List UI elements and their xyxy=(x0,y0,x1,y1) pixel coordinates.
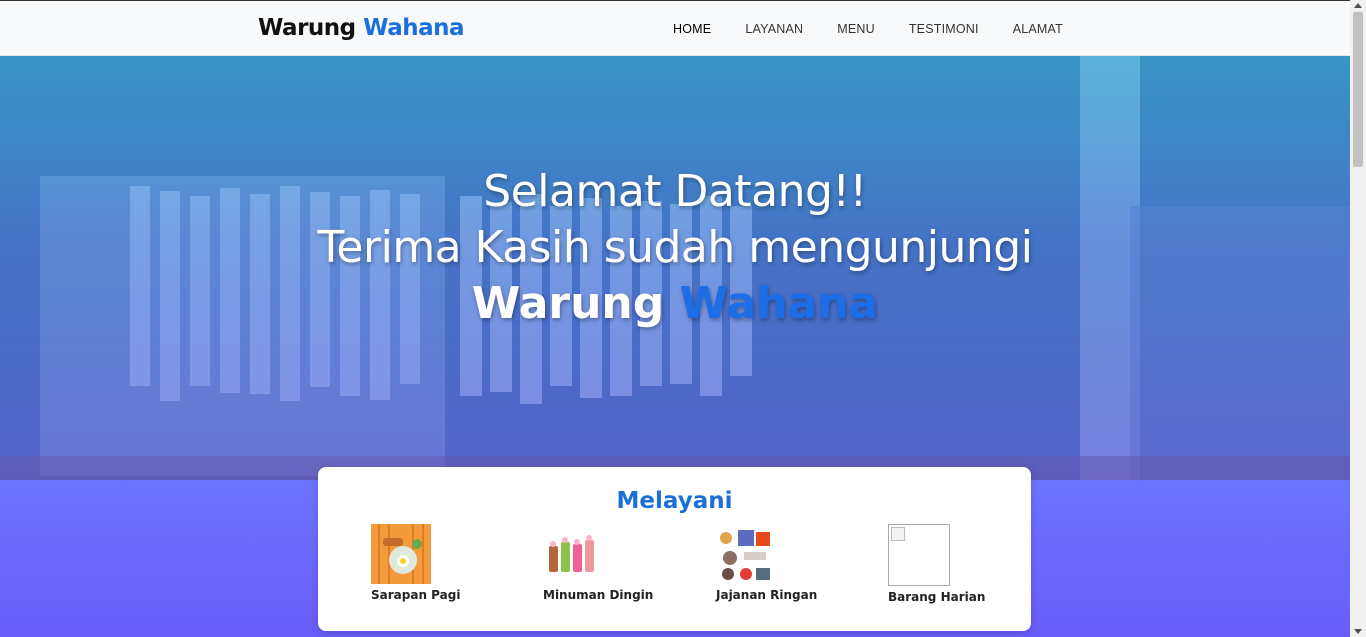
brand-part2: Wahana xyxy=(363,15,464,41)
service-label: Barang Harian xyxy=(888,590,986,604)
hero-text: Selamat Datang!! Terima Kasih sudah meng… xyxy=(0,164,1350,332)
scroll-down-icon[interactable] xyxy=(1354,629,1362,634)
breakfast-icon xyxy=(371,524,431,584)
scroll-up-icon[interactable] xyxy=(1354,3,1362,8)
navbar: Warung Wahana HOME LAYANAN MENU TESTIMON… xyxy=(0,0,1350,56)
hero-brand-part1: Warung xyxy=(471,278,665,329)
service-item[interactable]: Jajanan Ringan xyxy=(716,524,817,602)
service-item[interactable]: Sarapan Pagi xyxy=(371,524,460,602)
cold-drinks-icon xyxy=(543,524,603,584)
services-title: Melayani xyxy=(616,488,733,514)
scroll-thumb[interactable] xyxy=(1353,12,1363,167)
nav-alamat[interactable]: ALAMAT xyxy=(1013,22,1063,36)
service-label: Jajanan Ringan xyxy=(716,588,818,602)
brand-logo[interactable]: Warung Wahana xyxy=(258,15,464,41)
nav-home[interactable]: HOME xyxy=(673,22,711,36)
broken-image-icon xyxy=(888,524,950,586)
hero-brand-part2: Wahana xyxy=(679,278,879,329)
nav-menu-link[interactable]: MENU xyxy=(837,22,875,36)
nav-layanan[interactable]: LAYANAN xyxy=(745,22,803,36)
snacks-icon xyxy=(716,524,776,584)
service-label: Minuman Dingin xyxy=(543,588,654,602)
service-item[interactable]: Barang Harian xyxy=(888,524,985,604)
services-card: Melayani Sarapan Pagi Minuman Dingin Jaj… xyxy=(318,467,1031,631)
service-item[interactable]: Minuman Dingin xyxy=(543,524,653,602)
service-label: Sarapan Pagi xyxy=(371,588,461,602)
hero-thanks: Terima Kasih sudah mengunjungi xyxy=(317,222,1033,273)
page-scrollbar[interactable] xyxy=(1350,0,1366,637)
hero-brand: Warung Wahana xyxy=(0,276,1350,332)
hero-welcome: Selamat Datang!! xyxy=(483,166,867,217)
nav-menu: HOME LAYANAN MENU TESTIMONI ALAMAT xyxy=(673,22,1063,36)
nav-testimoni[interactable]: TESTIMONI xyxy=(909,22,979,36)
brand-part1: Warung xyxy=(258,15,356,41)
hero-section: Selamat Datang!! Terima Kasih sudah meng… xyxy=(0,56,1350,480)
